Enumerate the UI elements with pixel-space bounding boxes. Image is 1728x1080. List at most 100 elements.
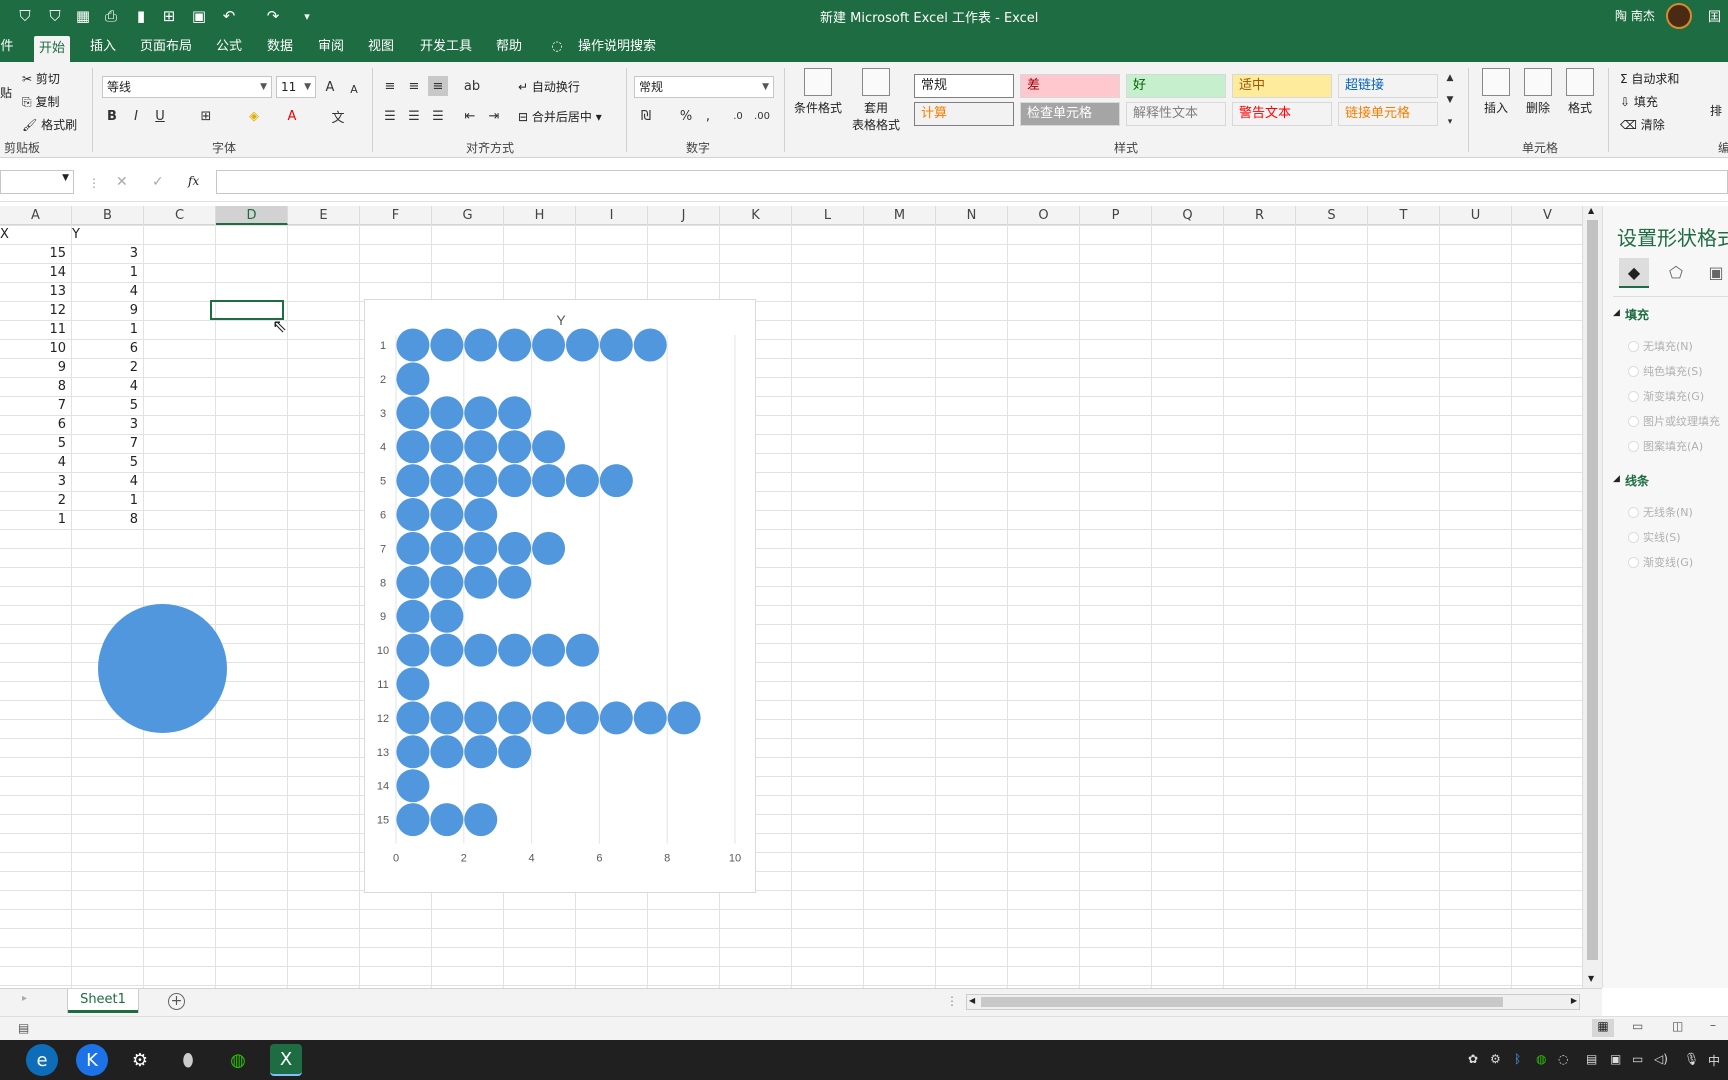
align-top-icon[interactable]: ≡ [380,76,400,96]
column-header-d[interactable]: D [216,206,288,225]
tab-scroll-icon[interactable]: ▸ [22,993,27,1004]
microphone-icon[interactable]: 🎙 [1684,1052,1699,1066]
column-header-o[interactable]: O [1008,206,1080,225]
merge-center-button[interactable]: ⊟ 合并后居中 ▾ [518,108,602,125]
align-bottom-icon[interactable]: ≡ [428,76,448,96]
clear-button[interactable]: ⌫ 清除 [1620,116,1665,133]
cell-y[interactable]: 4 [72,282,138,301]
cell-y[interactable]: 5 [72,453,138,472]
no-line-option[interactable]: 无线条(N) [1628,504,1693,520]
tray-steam-icon[interactable]: ⚙ [1490,1052,1501,1066]
gallery-more-icon[interactable]: ▾ [1440,112,1460,132]
wechat-icon[interactable]: ◍ [222,1044,254,1076]
picture-fill-option[interactable]: 图片或纹理填充 [1628,413,1720,429]
fill-line-tab-icon[interactable]: ◆ [1619,258,1649,288]
column-header-e[interactable]: E [288,206,360,225]
cell-x[interactable]: 9 [0,358,66,377]
tab-page-layout[interactable]: 页面布局 [138,32,194,62]
cell-style-7[interactable]: 解释性文本 [1126,102,1226,126]
tray-shield-icon[interactable]: ▣ [1610,1052,1621,1066]
decrease-decimal-icon[interactable]: .00 [752,106,772,126]
enter-formula-button[interactable]: ✓ [152,174,164,190]
tab-developer[interactable]: 开发工具 [418,32,474,62]
cell-y[interactable]: 4 [72,377,138,396]
cell-y[interactable]: 9 [72,301,138,320]
cell-x[interactable]: 6 [0,415,66,434]
tray-kugou-icon[interactable]: ◌ [1558,1052,1568,1066]
tray-wechat-icon[interactable]: ◍ [1536,1052,1546,1066]
macro-record-icon[interactable]: ▤ [18,1021,29,1035]
normal-view-icon[interactable]: ▦ [1592,1019,1614,1037]
tab-file[interactable]: 件 [0,32,14,62]
cell-y[interactable]: 5 [72,396,138,415]
column-header-k[interactable]: K [720,206,792,225]
page-break-view-icon[interactable]: ◫ [1672,1019,1683,1033]
page-layout-view-icon[interactable]: ▭ [1632,1019,1643,1033]
cell-x[interactable]: 1 [0,510,66,529]
cell-y[interactable]: 6 [72,339,138,358]
no-fill-option[interactable]: 无填充(N) [1628,338,1693,354]
gradient-line-option[interactable]: 渐变线(G) [1627,554,1693,570]
autosum-button[interactable]: Σ 自动求和 [1620,70,1679,87]
column-header-b[interactable]: B [72,206,144,225]
column-header-u[interactable]: U [1440,206,1512,225]
cell-style-4[interactable]: 超链接 [1338,74,1438,98]
redo-icon[interactable]: ↷ [262,5,284,27]
delete-cells-button[interactable]: 删除 [1520,68,1556,116]
gallery-down-icon[interactable]: ▼ [1440,90,1460,110]
tab-review[interactable]: 审阅 [316,32,346,62]
cell-y[interactable]: 7 [72,434,138,453]
scroll-down-icon[interactable]: ▼ [1588,974,1594,983]
format-painter-button[interactable]: 🖌 格式刷 [22,116,77,133]
border-icon[interactable]: ⊞ [196,106,216,126]
cell-style-3[interactable]: 适中 [1232,74,1332,98]
tab-insert[interactable]: 插入 [88,32,118,62]
cell-y[interactable]: 4 [72,472,138,491]
cell-x[interactable]: 11 [0,320,66,339]
avatar[interactable] [1666,3,1692,29]
column-header-f[interactable]: F [360,206,432,225]
number-format-combo[interactable]: 常规 ▼ [634,76,774,98]
align-center-icon[interactable]: ☰ [404,106,424,126]
tab-help[interactable]: 帮助 [494,32,524,62]
underline-button[interactable]: U [150,106,170,126]
italic-button[interactable]: I [126,106,146,126]
increase-decimal-icon[interactable]: .0 [728,106,748,126]
zoom-out-icon[interactable]: – [1710,1018,1716,1032]
header-y[interactable]: Y [72,225,132,244]
copy-button[interactable]: ⎘ 复制 [22,93,59,110]
user-name[interactable]: 陶 南杰 [1615,7,1655,24]
undo-icon[interactable]: ↶ [218,5,240,27]
comma-button[interactable]: , [698,106,718,126]
customize-qat-icon[interactable]: ▾ [296,5,318,27]
cell-x[interactable]: 5 [0,434,66,453]
column-header-g[interactable]: G [432,206,504,225]
sheet-tab-sheet1[interactable]: Sheet1 [68,989,138,1013]
horizontal-scroll-thumb[interactable] [981,997,1503,1007]
circle-shape[interactable] [98,604,227,733]
column-header-m[interactable]: M [864,206,936,225]
formula-input[interactable] [216,170,1728,194]
align-right-icon[interactable]: ☰ [428,106,448,126]
conditional-format-button[interactable]: 条件格式 [792,68,844,116]
cell-style-0[interactable]: 常规 [914,74,1014,98]
accounting-icon[interactable]: ₪ [636,106,656,126]
column-header-p[interactable]: P [1080,206,1152,225]
font-color-icon[interactable]: A [282,106,302,126]
cell-x[interactable]: 4 [0,453,66,472]
solid-line-option[interactable]: 实线(S) [1628,529,1681,545]
ribbon-display-icon[interactable]: 囯 [1708,6,1721,25]
tell-me-search[interactable]: 操作说明搜索 [574,32,660,62]
align-left-icon[interactable]: ☰ [380,106,400,126]
scatter-chart[interactable]: Y 0 2 4 6 8 10 1 2 3 4 5 6 7 8 9 10 11 12 13 14 15 [364,299,756,893]
cell-x[interactable]: 15 [0,244,66,263]
cell-x[interactable]: 2 [0,491,66,510]
column-header-h[interactable]: H [504,206,576,225]
orientation-icon[interactable]: ab [462,76,482,96]
name-box[interactable]: ▼ [0,170,74,194]
cell-x[interactable]: 3 [0,472,66,491]
cell-y[interactable]: 2 [72,358,138,377]
ime-indicator[interactable]: 中 [1708,1052,1720,1069]
decrease-font-button[interactable]: A [344,79,364,99]
insert-function-button[interactable]: fx [188,174,199,188]
